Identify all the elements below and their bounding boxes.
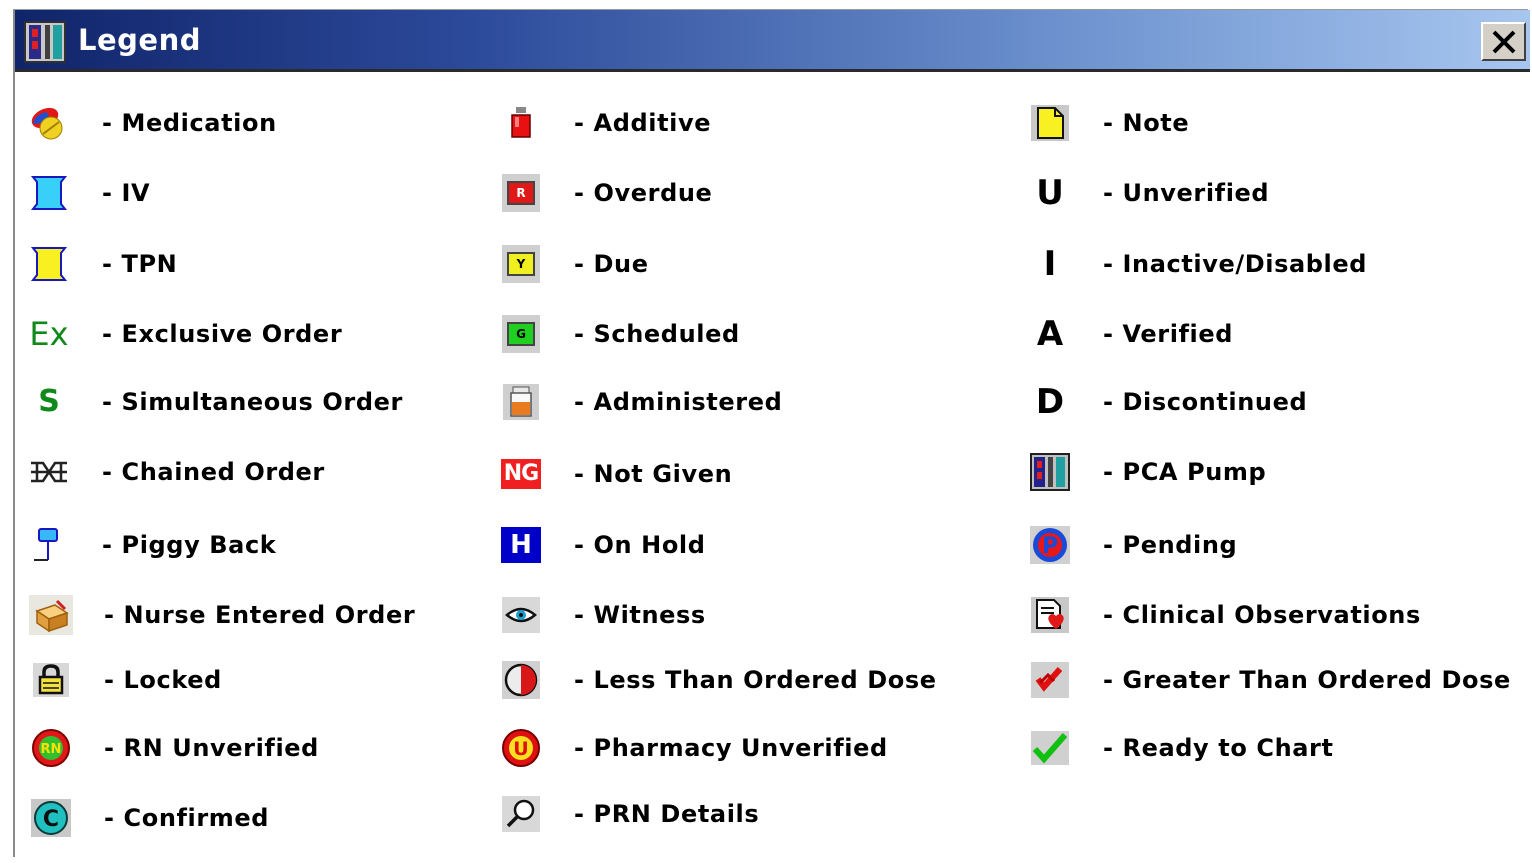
chained-order-icon xyxy=(27,452,71,492)
nurse-entered-order-icon xyxy=(29,595,73,635)
unverified-icon: U xyxy=(1036,173,1064,213)
svg-text:P: P xyxy=(1042,534,1058,559)
witness-eye-icon xyxy=(499,595,543,635)
iv-bag-icon xyxy=(27,173,71,213)
svg-text:C: C xyxy=(43,807,59,832)
due-icon: Y xyxy=(499,244,543,284)
svg-text:U: U xyxy=(513,738,528,760)
verified-icon: A xyxy=(1036,314,1064,354)
piggy-back-icon xyxy=(27,525,71,565)
legend-label: - Medication xyxy=(102,109,277,137)
simultaneous-order-icon: S xyxy=(38,384,60,419)
legend-label: - Greater Than Ordered Dose xyxy=(1103,666,1511,694)
scheduled-icon: G xyxy=(499,314,543,354)
confirmed-icon: C xyxy=(29,798,73,838)
legend-label: - Overdue xyxy=(574,179,713,207)
greater-than-dose-icon xyxy=(1028,660,1072,700)
legend-label: - IV xyxy=(102,179,151,207)
on-hold-icon: H xyxy=(499,525,543,565)
pca-pump-icon xyxy=(1028,452,1072,492)
not-given-icon: NG xyxy=(499,454,543,494)
legend-label: - Piggy Back xyxy=(102,531,277,559)
legend-label: - PCA Pump xyxy=(1103,458,1267,486)
additive-icon xyxy=(499,103,543,143)
medication-icon xyxy=(27,103,71,143)
legend-label: - Simultaneous Order xyxy=(102,388,403,416)
legend-label: - Additive xyxy=(574,109,712,137)
rn-unverified-icon: RN xyxy=(29,728,73,768)
lock-icon xyxy=(29,660,73,700)
legend-label: - Verified xyxy=(1103,320,1234,348)
overdue-icon: R xyxy=(499,173,543,213)
legend-label: - Unverified xyxy=(1103,179,1270,207)
legend-label: - Inactive/Disabled xyxy=(1103,250,1368,278)
legend-label: - PRN Details xyxy=(574,800,760,828)
legend-label: - Pharmacy Unverified xyxy=(574,734,888,762)
legend-label: - Discontinued xyxy=(1103,388,1308,416)
legend-content: - Medication - IV - TPN Ex - Exclusive O… xyxy=(15,72,1530,858)
legend-label: - On Hold xyxy=(574,531,706,559)
legend-label: - RN Unverified xyxy=(104,734,319,762)
svg-text:RN: RN xyxy=(41,742,62,757)
legend-label: - Witness xyxy=(574,601,706,629)
legend-label: - Exclusive Order xyxy=(102,320,343,348)
legend-label: - Scheduled xyxy=(574,320,740,348)
close-button[interactable] xyxy=(1481,22,1526,61)
exclusive-order-icon: Ex xyxy=(29,315,69,353)
prn-details-magnifier-icon xyxy=(499,794,543,834)
legend-label: - Not Given xyxy=(574,460,733,488)
ready-to-chart-check-icon xyxy=(1028,728,1072,768)
legend-label: - Locked xyxy=(104,666,222,694)
less-than-dose-icon xyxy=(499,660,543,700)
pending-icon: P xyxy=(1028,525,1072,565)
legend-label: - Confirmed xyxy=(104,804,270,832)
legend-label: - Nurse Entered Order xyxy=(104,601,416,629)
pharmacy-unverified-icon: U xyxy=(499,728,543,768)
inactive-icon: I xyxy=(1043,244,1057,284)
legend-label: - Note xyxy=(1103,109,1190,137)
legend-label: - Pending xyxy=(1103,531,1238,559)
legend-label: - Ready to Chart xyxy=(1103,734,1334,762)
legend-label: - Clinical Observations xyxy=(1103,601,1421,629)
legend-label: - Chained Order xyxy=(102,458,325,486)
close-icon xyxy=(1492,30,1516,54)
legend-label: - TPN xyxy=(102,250,178,278)
title-bar[interactable]: Legend xyxy=(15,10,1530,72)
administered-icon xyxy=(499,382,543,422)
legend-label: - Administered xyxy=(574,388,783,416)
legend-label: - Less Than Ordered Dose xyxy=(574,666,937,694)
clinical-observations-icon xyxy=(1028,595,1072,635)
window-title: Legend xyxy=(78,23,201,57)
legend-label: - Due xyxy=(574,250,649,278)
discontinued-icon: D xyxy=(1035,382,1065,422)
note-icon xyxy=(1028,103,1072,143)
legend-window: Legend - Medication - IV - TPN Ex - Excl… xyxy=(13,9,1530,858)
pca-pump-app-icon xyxy=(24,21,66,63)
tpn-bag-icon xyxy=(27,244,71,284)
